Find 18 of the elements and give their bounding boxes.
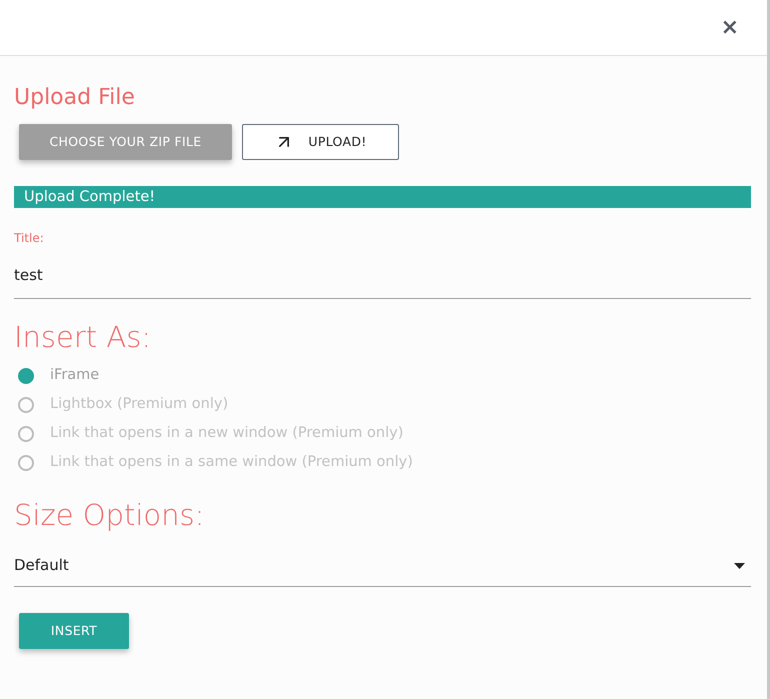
radio-label: Link that opens in a new window (Premium only) <box>50 424 404 443</box>
upload-complete-banner: Upload Complete! <box>14 186 751 208</box>
title-input[interactable]: test <box>14 263 751 299</box>
radio-option[interactable]: iFrame <box>14 361 751 390</box>
radio-label: iFrame <box>50 366 100 385</box>
upload-button[interactable]: UPLOAD! <box>242 124 399 160</box>
radio-button[interactable] <box>18 368 34 384</box>
radio-label: Lightbox (Premium only) <box>50 394 228 414</box>
field-label: Title: <box>14 230 45 247</box>
size-select[interactable]: Default <box>14 545 751 587</box>
section-heading: Upload File <box>14 84 136 112</box>
radio-label: Link that opens in a same window (Premium only) <box>50 452 413 472</box>
insert-button[interactable]: INSERT <box>19 613 129 649</box>
dropdown-caret-icon <box>734 562 745 568</box>
section-heading: Insert As: <box>14 319 152 355</box>
choose-file-button[interactable]: CHOOSE YOUR ZIP FILE <box>19 124 232 160</box>
close-button[interactable]: × <box>720 16 739 38</box>
section-heading: Size Options: <box>14 497 206 533</box>
